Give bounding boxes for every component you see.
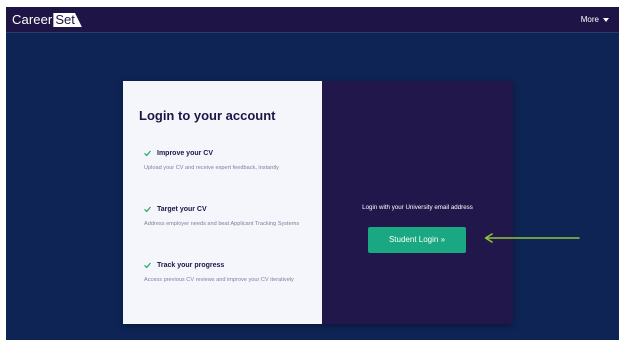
feature-target-cv: Target your CV Address employer needs an… xyxy=(144,204,314,229)
check-icon xyxy=(144,262,151,269)
logo-career-text: Career xyxy=(12,12,53,27)
caret-down-icon xyxy=(603,17,609,22)
feature-title: Track your progress xyxy=(157,262,225,269)
check-icon xyxy=(144,150,151,157)
feature-track-progress: Track your progress Access previous CV r… xyxy=(144,260,314,285)
login-card: Login to your account Improve your CV Up… xyxy=(123,81,513,324)
feature-description: Address employer needs and beat Applican… xyxy=(144,221,300,227)
page-frame: Career Set More Login to your account Im… xyxy=(6,7,619,340)
feature-title: Target your CV xyxy=(157,206,207,213)
student-login-panel: Login with your University email address… xyxy=(322,81,513,324)
careerset-logo[interactable]: Career Set xyxy=(12,12,82,28)
check-icon xyxy=(144,206,151,213)
feature-heading: Improve your CV xyxy=(144,148,314,159)
student-login-button[interactable]: Student Login » xyxy=(368,227,466,253)
logo-set-badge: Set xyxy=(53,13,82,27)
feature-heading: Target your CV xyxy=(144,204,314,215)
arrow-left-icon xyxy=(484,233,580,243)
login-info-panel: Login to your account Improve your CV Up… xyxy=(123,81,322,324)
feature-improve-cv: Improve your CV Upload your CV and recei… xyxy=(144,148,314,173)
more-menu[interactable]: More xyxy=(581,14,609,25)
feature-heading: Track your progress xyxy=(144,260,314,271)
login-instruction: Login with your University email address xyxy=(362,204,473,211)
feature-description: Upload your CV and receive expert feedba… xyxy=(144,165,279,171)
more-menu-label: More xyxy=(580,15,599,24)
feature-description: Access previous CV reviews and improve y… xyxy=(144,277,294,283)
feature-title: Improve your CV xyxy=(157,150,214,157)
top-navbar: Career Set More xyxy=(6,7,619,33)
page-title: Login to your account xyxy=(139,108,276,123)
